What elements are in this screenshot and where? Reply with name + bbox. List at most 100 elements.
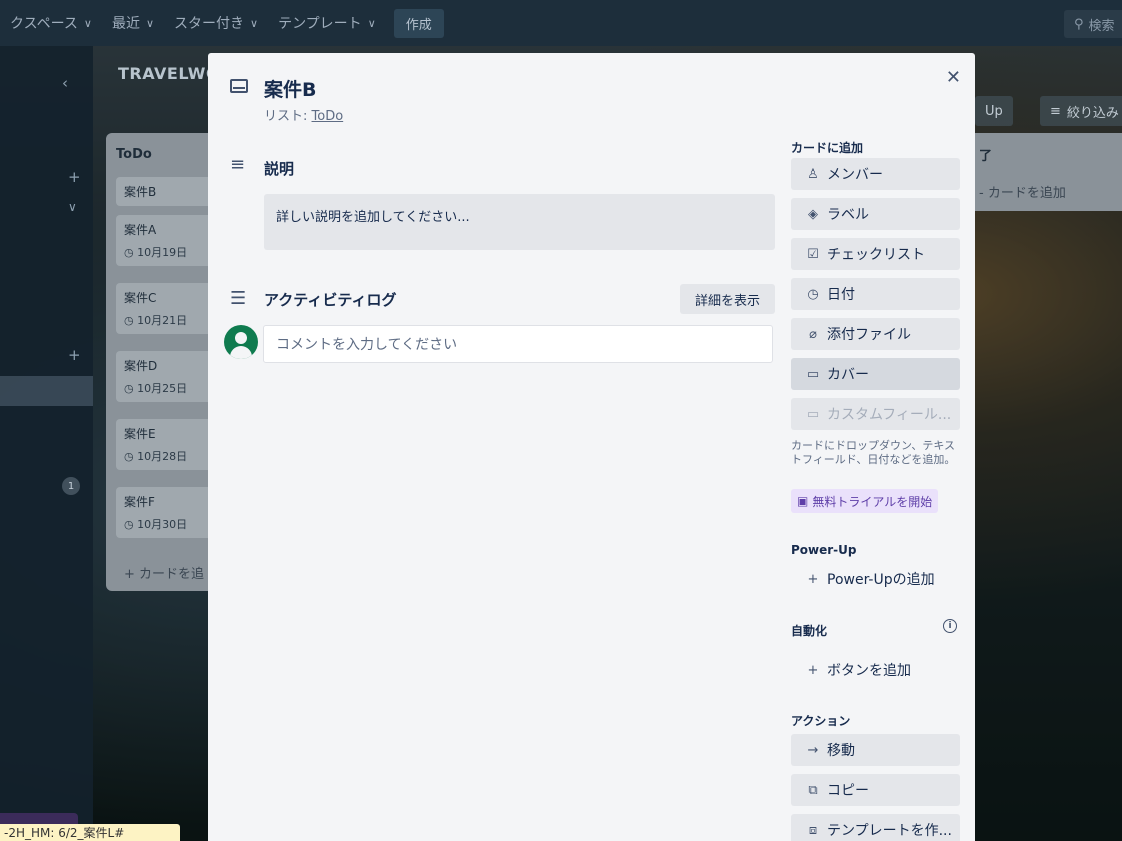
search-input[interactable]: ⚲ 検索 — [1064, 10, 1122, 38]
list-title[interactable]: 了 — [979, 145, 1122, 164]
add-to-card-heading: カードに追加 — [791, 141, 864, 155]
chevron-down-icon: ∨ — [145, 16, 155, 30]
members-button[interactable]: ♙ メンバー — [791, 158, 960, 190]
workspace-sidebar: ‹ + ∨ + 1 — [0, 46, 93, 841]
attachment-label: 添付ファイル — [827, 327, 911, 343]
card-title: 案件F — [124, 495, 155, 509]
attachment-button[interactable]: ⌀ 添付ファイル — [791, 318, 960, 350]
filter-label: 絞り込み — [1066, 105, 1119, 121]
notification-badge: 1 — [62, 477, 80, 495]
add-button-button[interactable]: + ボタンを追加 — [791, 654, 960, 686]
description-icon: ≡ — [230, 154, 246, 175]
actions-heading: アクション — [791, 714, 851, 728]
move-label: 移動 — [827, 743, 855, 759]
card-title: 案件D — [124, 359, 158, 373]
copy-icon: ⧉ — [808, 782, 818, 798]
custom-fields-button[interactable]: ▭ カスタムフィール... — [791, 398, 960, 430]
card-list-reference: リスト: ToDo — [264, 105, 343, 124]
plus-icon: + — [807, 662, 819, 678]
checklist-button[interactable]: ☑ チェックリスト — [791, 238, 960, 270]
chevron-down-icon[interactable]: ∨ — [68, 200, 88, 214]
make-template-button[interactable]: ⧈ テンプレートを作... — [791, 814, 960, 841]
due-date-text: 10月19日 — [137, 246, 188, 259]
comment-input[interactable]: コメントを入力してください — [263, 325, 773, 363]
search-icon: ⚲ — [1074, 16, 1084, 32]
activity-icon: ☰ — [230, 288, 247, 309]
move-button[interactable]: → 移動 — [791, 734, 960, 766]
close-icon[interactable]: ✕ — [946, 67, 961, 88]
clock-icon: ◷ — [807, 286, 819, 302]
card-due-date: ◷ 10月30日 — [124, 516, 218, 532]
templates-label: テンプレート — [278, 16, 362, 32]
checkbox-icon: ☑ — [807, 246, 819, 262]
card-title: 案件E — [124, 427, 156, 441]
arrow-right-icon: → — [807, 742, 819, 758]
start-trial-button[interactable]: ▣ 無料トライアルを開始 — [791, 489, 939, 513]
activity-heading: アクティビティログ — [264, 291, 397, 309]
card-title: 案件A — [124, 223, 157, 237]
list-title[interactable]: ToDo — [116, 147, 216, 162]
workspaces-menu[interactable]: クスペース ∨ — [0, 0, 102, 46]
due-date-text: 10月28日 — [137, 450, 188, 463]
description-heading: 説明 — [264, 160, 295, 178]
cover-button[interactable]: ▭ カバー — [791, 358, 960, 390]
card-title-heading[interactable]: 案件B — [264, 75, 316, 102]
add-icon[interactable]: + — [68, 168, 88, 186]
avatar[interactable] — [224, 325, 258, 359]
add-board-icon[interactable]: + — [68, 346, 88, 364]
plus-icon: + — [807, 571, 819, 587]
checklist-label: チェックリスト — [827, 247, 925, 263]
add-powerup-button[interactable]: + Power-Upの追加 — [791, 563, 960, 595]
custom-fields-icon: ▭ — [806, 406, 820, 422]
card-due-date: ◷ 10月21日 — [124, 312, 218, 328]
members-label: メンバー — [827, 167, 883, 183]
powerup-button[interactable]: Up — [975, 96, 1013, 126]
recent-label: 最近 — [111, 16, 140, 32]
filter-icon: ≡ — [1050, 103, 1061, 119]
board-title[interactable]: TRAVELWO — [118, 64, 220, 83]
chevron-down-icon: ∨ — [250, 16, 259, 30]
make-template-label: テンプレートを作... — [827, 823, 952, 839]
list-todo: ToDo 案件B 案件A ◷ 10月19日 案件C ◷ 10月21日 案件D ◷ 10… — [106, 133, 226, 591]
sidebar-selected-board[interactable] — [0, 376, 93, 406]
labels-button[interactable]: ◈ ラベル — [791, 198, 960, 230]
due-date-text: 10月25日 — [137, 382, 188, 395]
create-button[interactable]: 作成 — [393, 8, 444, 38]
list-done: 了 - カードを追加 — [975, 133, 1122, 211]
card-due-date: ◷ 10月28日 — [124, 448, 218, 464]
dates-button[interactable]: ◷ 日付 — [791, 278, 960, 310]
chevron-down-icon: ∨ — [83, 16, 92, 30]
top-navigation: クスペース ∨ 最近 ∨ スター付き ∨ テンプレート ∨ 作成 ⚲ 検索 — [0, 0, 1122, 46]
filter-button[interactable]: ≡ 絞り込み — [1040, 96, 1122, 126]
copy-button[interactable]: ⧉ コピー — [791, 774, 960, 806]
powerups-heading: Power-Up — [791, 543, 857, 557]
clock-icon: ◷ — [124, 450, 138, 463]
list-link[interactable]: ToDo — [312, 109, 344, 124]
card-icon — [230, 79, 248, 93]
list-prefix: リスト: — [264, 109, 312, 124]
templates-menu[interactable]: テンプレート ∨ — [268, 0, 386, 46]
workspaces-label: クスペース — [10, 16, 78, 32]
add-card-button[interactable]: + カードを追 — [124, 563, 204, 582]
card-due-date: ◷ 10月19日 — [124, 244, 218, 260]
card-detail-modal: ✕ 案件B リスト: ToDo ≡ 説明 詳しい説明を追加してください... ☰… — [208, 53, 975, 841]
starred-menu[interactable]: スター付き ∨ — [164, 0, 268, 46]
cover-label: カバー — [827, 367, 869, 383]
person-icon: ♙ — [807, 166, 819, 182]
clock-icon: ◷ — [124, 246, 138, 259]
recent-menu[interactable]: 最近 ∨ — [102, 0, 164, 46]
dates-label: 日付 — [827, 287, 855, 303]
description-editor[interactable]: 詳しい説明を追加してください... — [264, 194, 775, 250]
collapse-sidebar-icon[interactable]: ‹ — [62, 74, 82, 92]
bottom-card-preview[interactable]: -2H_HM: 6/2_案件L# — [0, 824, 180, 841]
clock-icon: ◷ — [124, 518, 138, 531]
card-title: 案件B — [124, 185, 157, 199]
add-card-button[interactable]: - カードを追加 — [979, 182, 1122, 201]
info-icon[interactable]: i — [943, 619, 957, 633]
due-date-text: 10月30日 — [137, 518, 188, 531]
card-due-date: ◷ 10月25日 — [124, 380, 218, 396]
add-button-label: ボタンを追加 — [827, 663, 911, 679]
add-powerup-label: Power-Upの追加 — [827, 572, 935, 588]
show-details-button[interactable]: 詳細を表示 — [680, 284, 775, 314]
copy-label: コピー — [827, 783, 869, 799]
